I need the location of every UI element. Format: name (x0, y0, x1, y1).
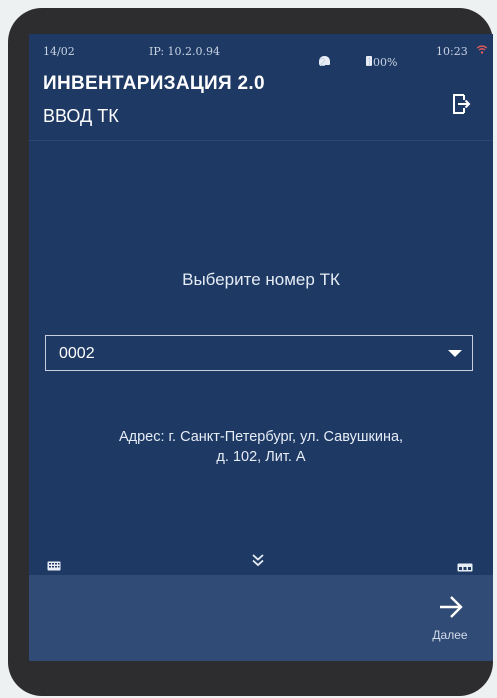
select-prompt: Выберите номер ТК (182, 270, 340, 289)
status-ip: IP: 10.2.0.94 (149, 45, 221, 58)
address-line-1: Адрес: г. Санкт-Петербург, ул. Савушкина… (118, 429, 404, 445)
screen-title: ВВОД ТК (43, 106, 119, 126)
users-count: 2 (319, 56, 326, 69)
app-screen: 14/02 IP: 10.2.0.94 2 100% 10:23 ИНВЕНТА… (29, 34, 493, 661)
wifi-warning-icon (476, 45, 488, 57)
status-time: 10:23 (436, 45, 468, 58)
tk-number-value: 0002 (59, 345, 95, 362)
battery-level: 100% (366, 56, 398, 69)
keyboard-icon[interactable] (47, 556, 61, 571)
status-bar: 14/02 IP: 10.2.0.94 2 100% 10:23 (29, 34, 493, 69)
address-line-2: д. 102, Лит. А (216, 449, 306, 465)
arrow-right-icon (440, 596, 463, 618)
footer-bar: Далее (29, 575, 493, 661)
expand-chevron-icon[interactable] (250, 552, 266, 568)
logout-icon (453, 94, 471, 114)
address-text: Адрес: г. Санкт-Петербург, ул. Савушкина… (29, 427, 493, 467)
header-divider (29, 140, 493, 141)
status-date: 14/02 (43, 45, 75, 58)
next-button-label: Далее (432, 628, 468, 642)
tk-number-select[interactable]: 0002 (45, 335, 473, 371)
logout-button[interactable] (449, 92, 473, 116)
numpad-icon[interactable] (457, 557, 473, 572)
next-button[interactable]: Далее (415, 583, 485, 653)
dropdown-caret-icon (448, 350, 462, 357)
app-title: ИНВЕНТАРИЗАЦИЯ 2.0 (43, 73, 265, 94)
